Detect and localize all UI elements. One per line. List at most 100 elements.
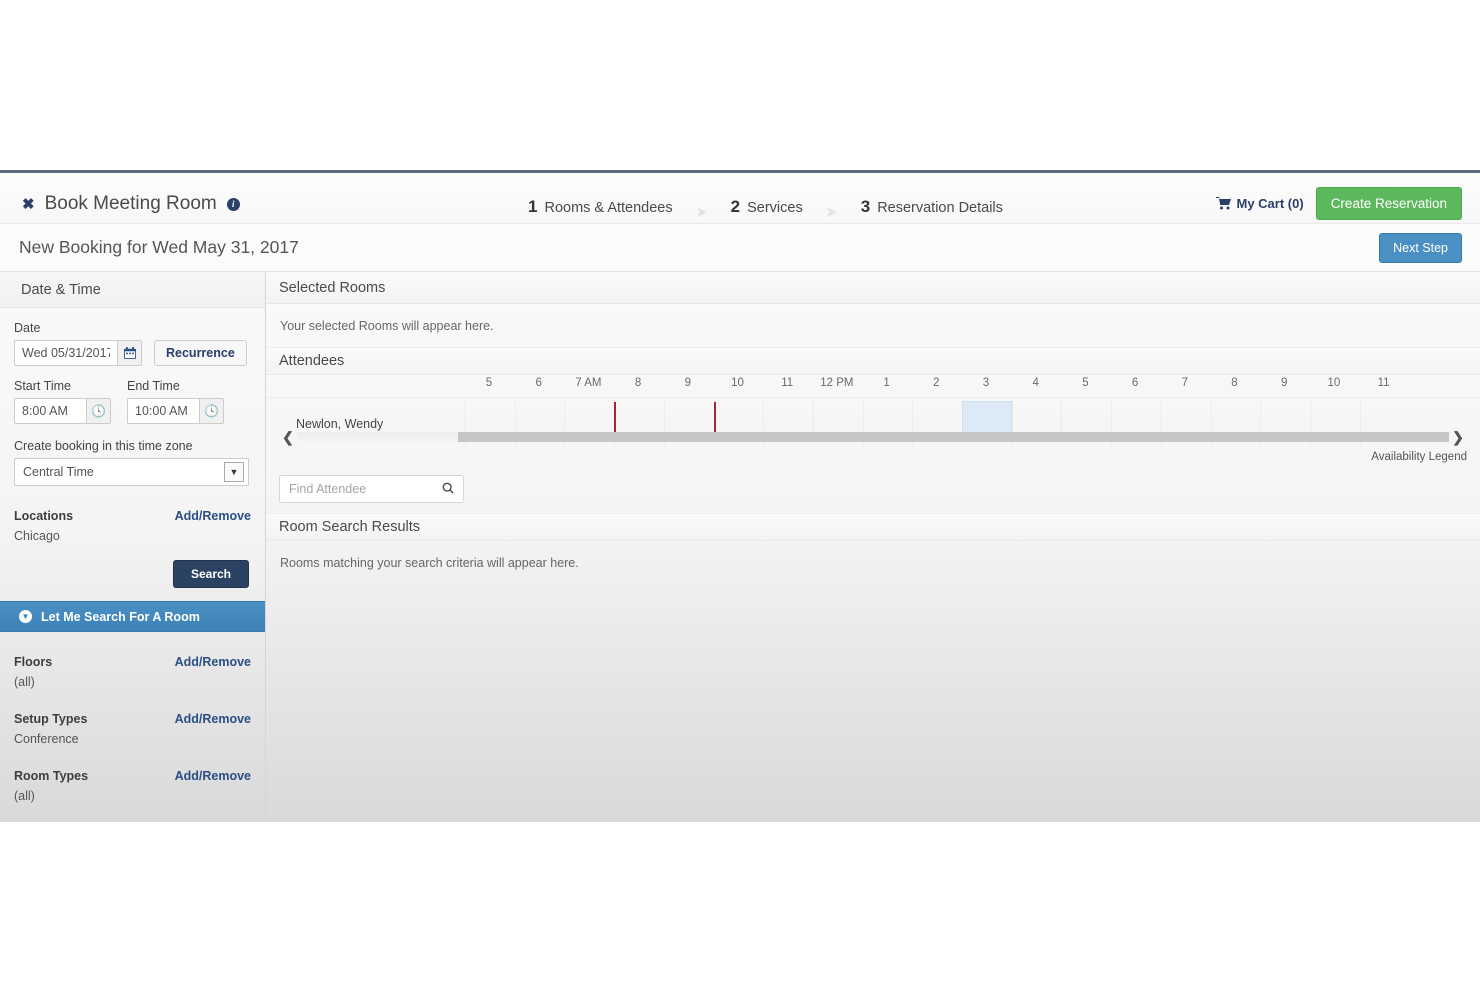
shopping-cart-icon xyxy=(1215,197,1231,210)
chevron-left-icon[interactable]: ❮ xyxy=(279,430,297,444)
cart-label: My Cart (0) xyxy=(1236,196,1304,211)
main-panel: Selected Rooms Your selected Rooms will … xyxy=(266,272,1480,822)
timeline-tick: 8 xyxy=(1231,377,1238,389)
locations-group-header: Locations Add/Remove xyxy=(0,509,265,523)
create-reservation-button[interactable]: Create Reservation xyxy=(1315,187,1462,220)
timezone-select[interactable]: Central Time ▼ xyxy=(14,458,249,486)
timeline-tick: 5 xyxy=(485,377,493,389)
timeline-scrollbar[interactable]: ❮ ❯ xyxy=(279,429,1467,445)
book-meeting-room-app: ✖ Book Meeting Room i 1 Rooms & Attendee… xyxy=(0,170,1480,822)
tab-rooms-attendees[interactable]: 1 Rooms & Attendees xyxy=(510,191,691,226)
tab-label: Rooms & Attendees xyxy=(544,200,673,216)
tab-number: 2 xyxy=(730,197,741,216)
tab-number: 1 xyxy=(528,197,538,216)
timeline-tick: 4 xyxy=(1032,377,1039,389)
room-results-empty-text: Rooms matching your search criteria will… xyxy=(280,556,579,570)
start-time-input-group: 🕓 xyxy=(14,398,111,424)
end-time-label: End Time xyxy=(127,379,180,393)
tab-reservation-details[interactable]: 3 Reservation Details xyxy=(843,191,1021,226)
timeline-tick: 3 xyxy=(982,377,990,389)
booking-title: New Booking for Wed May 31, 2017 xyxy=(19,237,299,257)
clock-icon[interactable]: 🕓 xyxy=(199,398,224,424)
timeline-tick: 6 xyxy=(535,377,542,389)
recurrence-button[interactable]: Recurrence xyxy=(154,340,247,366)
timeline-tick: 2 xyxy=(933,377,940,389)
attendee-availability-timeline: 567 AM 8 9 10 11 12 PM 1 2 3 4 5 6 7 8 9 10 11 Newlon, W… xyxy=(266,375,1480,467)
scroll-thumb[interactable] xyxy=(458,432,1449,442)
floors-label: Floors xyxy=(14,655,53,669)
tab-separator-icon: ➤ xyxy=(825,204,838,221)
search-row: Search xyxy=(0,543,265,588)
find-attendee-wrap xyxy=(266,467,1480,513)
timezone-label: Create booking in this time zone xyxy=(14,439,193,453)
next-step-button[interactable]: Next Step xyxy=(1379,233,1462,263)
availability-legend-link[interactable]: Availability Legend xyxy=(1371,451,1467,463)
start-time-input[interactable] xyxy=(14,398,86,424)
info-icon[interactable]: i xyxy=(226,197,240,211)
end-time-field: End Time 🕓 xyxy=(127,379,224,424)
search-icon[interactable] xyxy=(442,482,454,497)
circle-chevron-down-icon: ▼ xyxy=(19,610,32,623)
start-time-field: Start Time 🕓 xyxy=(14,379,111,424)
calendar-icon[interactable] xyxy=(117,340,142,366)
timeline-tick: 7 xyxy=(1181,377,1188,389)
end-time-input-group: 🕓 xyxy=(127,398,224,424)
let-me-search-accordion[interactable]: ▼ Let Me Search For A Room xyxy=(0,601,265,632)
setup-types-value: Conference xyxy=(14,732,79,746)
title-group: ✖ Book Meeting Room i xyxy=(22,193,240,215)
floors-group-header: Floors Add/Remove xyxy=(0,655,265,669)
search-button[interactable]: Search xyxy=(172,560,249,588)
timezone-value: Central Time xyxy=(23,465,94,479)
floors-value: (all) xyxy=(14,675,35,689)
date-input-group xyxy=(14,340,142,366)
search-sidebar: Date & Time Date Wed 05/31/2017 Recurren… xyxy=(0,272,266,822)
timeline-tick: 5 xyxy=(1082,377,1089,389)
timeline-tick: 10 xyxy=(1327,377,1341,389)
room-types-value: (all) xyxy=(14,789,35,803)
room-search-results-header: Room Search Results xyxy=(266,513,1480,541)
end-time-input[interactable] xyxy=(127,398,199,424)
time-fields: Start Time 🕓 End Time 🕓 xyxy=(14,379,251,424)
timeline-ruler: 5 6 7 AM 8 9 10 11 12 PM 1 2 3 4 5 6 7 8 9 10 11 xyxy=(266,375,1480,397)
find-attendee-box xyxy=(279,475,464,503)
timeline-tick: 10 xyxy=(731,377,744,389)
timeline-tick: 8 xyxy=(634,377,642,389)
setup-types-add-remove-link[interactable]: Add/Remove xyxy=(175,712,251,726)
chevron-right-icon[interactable]: ❯ xyxy=(1449,430,1467,444)
timeline-tick: 9 xyxy=(684,377,691,389)
app-topbar: ✖ Book Meeting Room i 1 Rooms & Attendee… xyxy=(0,173,1480,226)
room-types-add-remove-link[interactable]: Add/Remove xyxy=(175,769,251,783)
date-row: Recurrence xyxy=(14,340,251,366)
date-time-fields: Date Wed 05/31/2017 Recurrence Start Tim… xyxy=(0,308,265,486)
date-label: Date xyxy=(14,321,41,335)
timezone-field: Create booking in this time zone Central… xyxy=(14,439,251,486)
scroll-track[interactable] xyxy=(297,432,1449,442)
date-input[interactable] xyxy=(14,340,117,366)
setup-types-group-header: Setup Types Add/Remove xyxy=(0,712,265,726)
selected-rooms-header: Selected Rooms xyxy=(266,272,1480,304)
locations-label: Locations xyxy=(14,509,74,523)
room-types-group-header: Room Types Add/Remove xyxy=(0,769,265,783)
find-attendee-input[interactable] xyxy=(280,476,440,502)
main-body: Date & Time Date Wed 05/31/2017 Recurren… xyxy=(0,272,1480,822)
topbar-actions: My Cart (0) Create Reservation xyxy=(1215,187,1462,220)
locations-value: Chicago xyxy=(14,529,60,543)
start-time-label: Start Time xyxy=(14,379,71,393)
timeline-tick: 9 xyxy=(1280,377,1288,389)
tab-services[interactable]: 2 Services xyxy=(713,191,821,226)
tab-number: 3 xyxy=(860,197,871,216)
clock-icon[interactable]: 🕓 xyxy=(86,398,111,424)
attendees-header: Attendees xyxy=(266,347,1480,375)
accordion-label: Let Me Search For A Room xyxy=(41,609,200,624)
timeline-tick: 11 xyxy=(781,377,794,389)
locations-add-remove-link[interactable]: Add/Remove xyxy=(175,509,251,523)
close-x-icon[interactable]: ✖ xyxy=(22,197,35,212)
tab-label: Services xyxy=(747,200,803,216)
room-types-label: Room Types xyxy=(14,769,89,783)
booking-subheader: New Booking for Wed May 31, 2017 Next St… xyxy=(0,223,1480,272)
date-time-panel-header: Date & Time xyxy=(0,272,265,308)
page-title: Book Meeting Room xyxy=(44,193,217,214)
my-cart-button[interactable]: My Cart (0) xyxy=(1215,196,1304,211)
floors-add-remove-link[interactable]: Add/Remove xyxy=(175,655,251,669)
tab-label: Reservation Details xyxy=(877,200,1003,216)
